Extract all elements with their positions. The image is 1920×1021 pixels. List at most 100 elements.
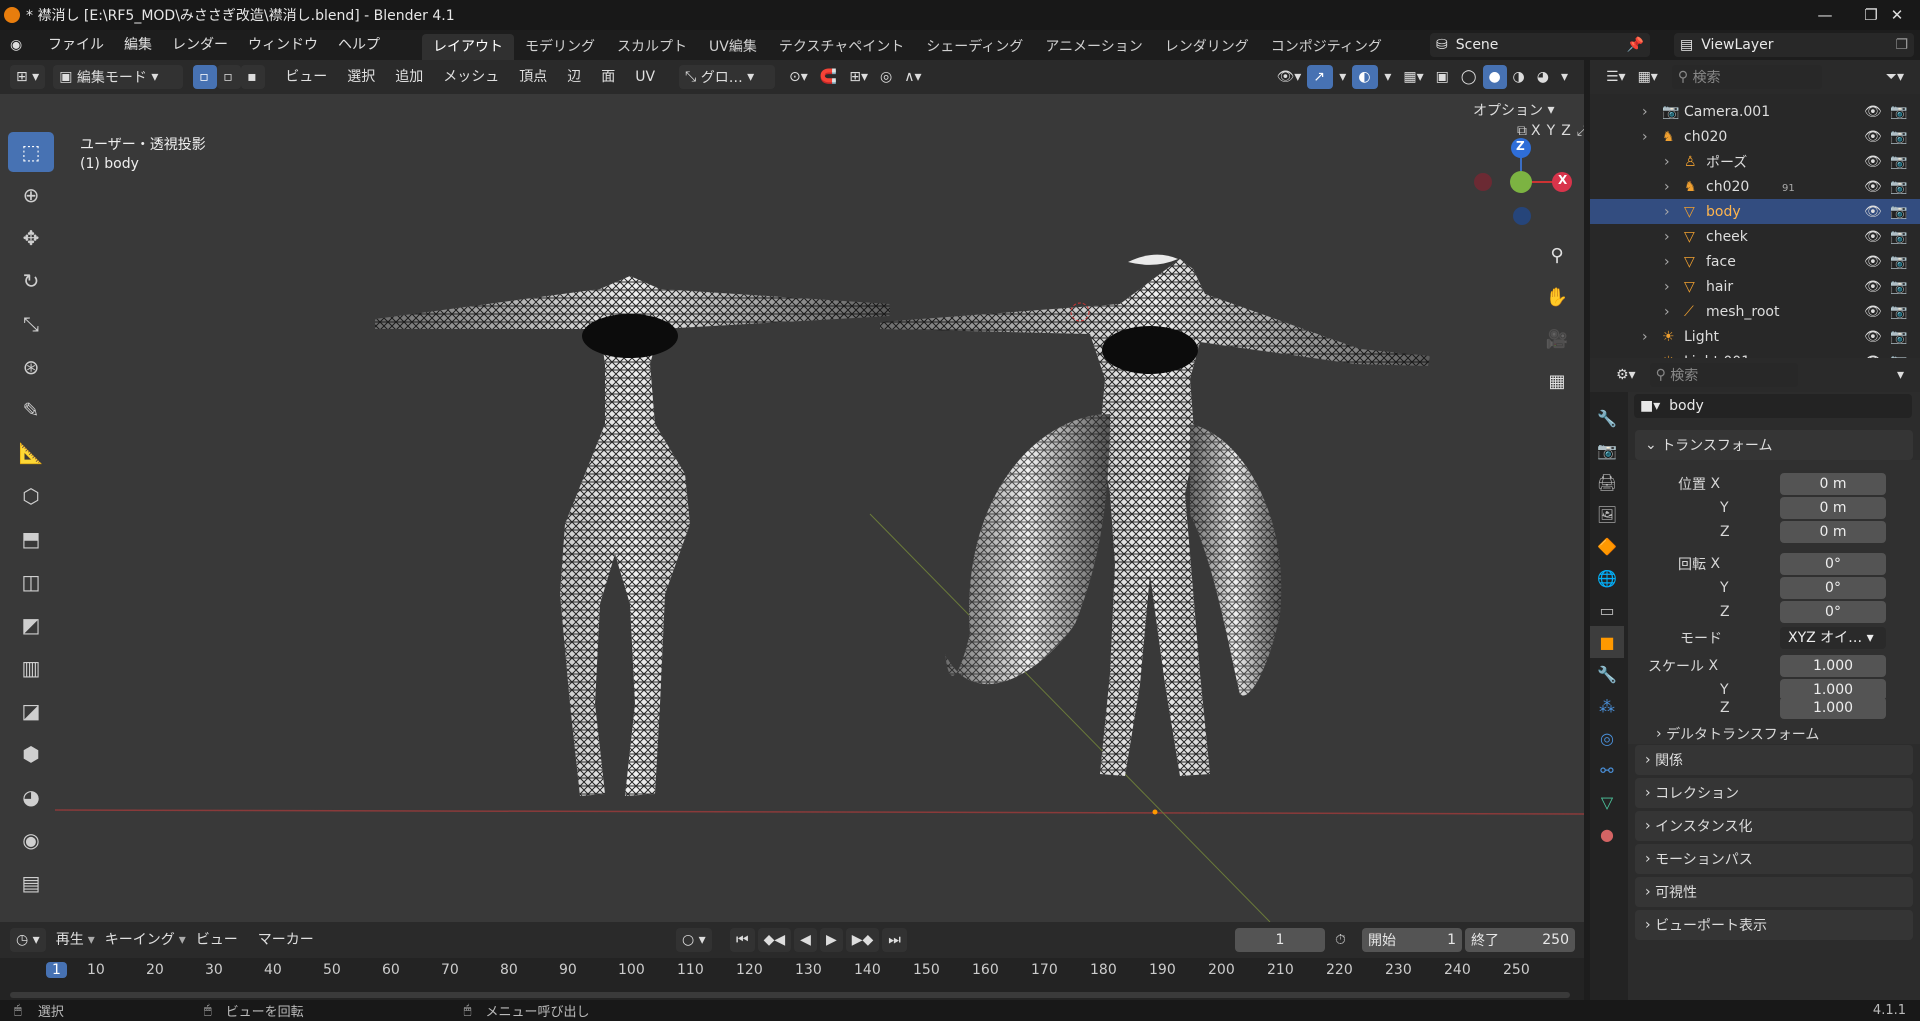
outliner-row[interactable]: › ⟋ mesh_root 👁 📷	[1590, 299, 1920, 324]
proportional-edit-icon[interactable]: ◎	[874, 65, 898, 89]
object-tab-icon[interactable]: ■	[1590, 626, 1624, 658]
timeline-scrollbar[interactable]	[10, 992, 1570, 998]
chevron-right-icon[interactable]: ›	[1664, 154, 1670, 170]
jump-end-icon[interactable]: ⏭	[882, 928, 907, 952]
menu-edge[interactable]: 辺	[557, 65, 591, 89]
gizmo-dropdown-icon[interactable]: ▾	[1333, 65, 1352, 89]
timeline-view-menu[interactable]: ビュー	[186, 928, 248, 952]
chevron-right-icon[interactable]: ›	[1664, 304, 1670, 320]
filter-icon[interactable]: ⏷▾	[1880, 65, 1910, 89]
properties-search-input[interactable]: ⚲ 検索	[1649, 363, 1798, 387]
physics-tab-icon[interactable]: ◎	[1590, 722, 1624, 754]
eye-icon[interactable]: 👁	[1864, 129, 1882, 145]
outliner-row[interactable]: › ▽ body 👁 📷	[1590, 199, 1920, 224]
delta-transform-subpanel[interactable]: › デルタトランスフォーム	[1656, 722, 1819, 746]
outliner-row[interactable]: › 📷 Camera.001 👁 📷	[1590, 99, 1920, 124]
3d-viewport[interactable]: ユーザー・透視投影 (1) body ⧉ X Y Z ⤢ オプション ▾ Z X…	[0, 94, 1584, 922]
view-layer-tab-icon[interactable]: 🖼	[1590, 498, 1624, 530]
eye-icon[interactable]: 👁	[1864, 229, 1882, 245]
properties-dropdown-icon[interactable]: ▾	[1891, 363, 1910, 387]
inset-icon[interactable]: ◫	[8, 562, 54, 602]
chevron-right-icon[interactable]: ›	[1642, 329, 1648, 345]
object-name-field[interactable]: ■▾ body	[1634, 394, 1912, 418]
knife-icon[interactable]: ◪	[8, 691, 54, 731]
relations-panel[interactable]: › 関係	[1635, 745, 1913, 775]
menu-vertex[interactable]: 頂点	[509, 65, 557, 89]
scene-tab-icon[interactable]: 🔶	[1590, 530, 1624, 562]
camera-view-icon[interactable]: 🎥	[1538, 320, 1576, 358]
chevron-right-icon[interactable]: ›	[1642, 104, 1648, 120]
modifier-tab-icon[interactable]: 🔧	[1590, 658, 1624, 690]
xray-icon[interactable]: ▣	[1430, 65, 1455, 89]
chevron-right-icon[interactable]: ›	[1664, 279, 1670, 295]
menu-select[interactable]: 選択	[337, 65, 385, 89]
snap-icon[interactable]: 🧲	[814, 65, 843, 89]
options-dropdown[interactable]: オプション ▾	[1467, 98, 1560, 122]
world-tab-icon[interactable]: 🌐	[1590, 562, 1624, 594]
motion-paths-panel[interactable]: › モーションパス	[1635, 844, 1913, 874]
particles-tab-icon[interactable]: ⁂	[1590, 690, 1624, 722]
rotation-x-field[interactable]: 0°	[1780, 553, 1886, 575]
extrude-icon[interactable]: ⬒	[8, 519, 54, 559]
camera-render-icon[interactable]: 📷	[1890, 179, 1907, 195]
vertex-select-icon[interactable]: ▫	[193, 65, 218, 89]
eye-icon[interactable]: 👁	[1864, 104, 1882, 120]
chevron-right-icon[interactable]: ›	[1664, 179, 1670, 195]
bevel-icon[interactable]: ◩	[8, 605, 54, 645]
poly-build-icon[interactable]: ⬢	[8, 734, 54, 774]
measure-icon[interactable]: 📐	[8, 433, 54, 473]
spin-icon[interactable]: ◕	[8, 777, 54, 817]
tab-uv-editing[interactable]: UV編集	[698, 34, 768, 60]
menu-mesh[interactable]: メッシュ	[433, 65, 509, 89]
menu-help[interactable]: ヘルプ	[328, 33, 390, 57]
collection-tab-icon[interactable]: ▭	[1590, 594, 1624, 626]
loop-cut-icon[interactable]: ▥	[8, 648, 54, 688]
mode-selector[interactable]: ▣ 編集モード ▾	[53, 65, 184, 89]
marker-menu[interactable]: マーカー	[248, 928, 324, 952]
tab-sculpt[interactable]: スカルプト	[606, 34, 698, 60]
menu-render[interactable]: レンダー	[162, 33, 238, 57]
outliner-row[interactable]: › ▽ face 👁 📷	[1590, 249, 1920, 274]
rotate-icon[interactable]: ↻	[8, 261, 54, 301]
zoom-icon[interactable]: ⚲	[1538, 236, 1576, 274]
visibility-icon[interactable]: 👁▾	[1270, 65, 1307, 89]
rotation-mode-dropdown[interactable]: XYZ オイ… ▾	[1780, 627, 1886, 649]
properties-editor-icon[interactable]: ⚙▾	[1610, 363, 1642, 387]
chevron-right-icon[interactable]: ›	[1664, 229, 1670, 245]
eye-icon[interactable]: 👁	[1864, 154, 1882, 170]
tab-modeling[interactable]: モデリング	[514, 34, 606, 60]
playback-menu[interactable]: 再生	[46, 928, 94, 952]
jump-start-icon[interactable]: ⏮	[730, 928, 755, 952]
select-box-icon[interactable]: ⬚	[8, 132, 54, 172]
camera-render-icon[interactable]: 📷	[1890, 129, 1907, 145]
output-tab-icon[interactable]: 🖨	[1590, 466, 1624, 498]
move-icon[interactable]: ✥	[8, 218, 54, 258]
mesh-overlay-icon[interactable]: ▦▾	[1397, 65, 1429, 89]
falloff-icon[interactable]: ∧▾	[898, 65, 927, 89]
scale-icon[interactable]: ⤡	[8, 304, 54, 344]
chevron-right-icon[interactable]: ›	[1664, 254, 1670, 270]
scale-x-field[interactable]: 1.000	[1780, 655, 1886, 677]
visibility-panel[interactable]: › 可視性	[1635, 877, 1913, 907]
location-y-field[interactable]: 0 m	[1780, 497, 1886, 519]
rotation-z-field[interactable]: 0°	[1780, 601, 1886, 623]
camera-render-icon[interactable]: 📷	[1890, 279, 1907, 295]
material-shading-icon[interactable]: ◑	[1507, 65, 1531, 89]
edge-select-icon[interactable]: ▫	[217, 65, 242, 89]
menu-view[interactable]: ビュー	[275, 65, 337, 89]
shading-dropdown-icon[interactable]: ▾	[1555, 65, 1574, 89]
scene-selector[interactable]: ⛁ Scene 📌	[1430, 33, 1650, 57]
edge-slide-icon[interactable]: ▤	[8, 863, 54, 903]
location-z-field[interactable]: 0 m	[1780, 521, 1886, 543]
tab-rendering[interactable]: レンダリング	[1154, 34, 1260, 60]
outliner-editor-icon[interactable]: ☰▾	[1600, 65, 1632, 89]
location-x-field[interactable]: 0 m	[1780, 473, 1886, 495]
timeline-editor-icon[interactable]: ◷ ▾	[10, 928, 46, 952]
data-tab-icon[interactable]: ▽	[1590, 786, 1624, 818]
minimize-button[interactable]: —	[1802, 0, 1848, 30]
display-mode-icon[interactable]: ▦▾	[1632, 65, 1664, 89]
tab-shading[interactable]: シェーディング	[915, 34, 1034, 60]
material-tab-icon[interactable]: ●	[1590, 818, 1624, 850]
menu-add[interactable]: 追加	[385, 65, 433, 89]
transform-icon[interactable]: ⊛	[8, 347, 54, 387]
